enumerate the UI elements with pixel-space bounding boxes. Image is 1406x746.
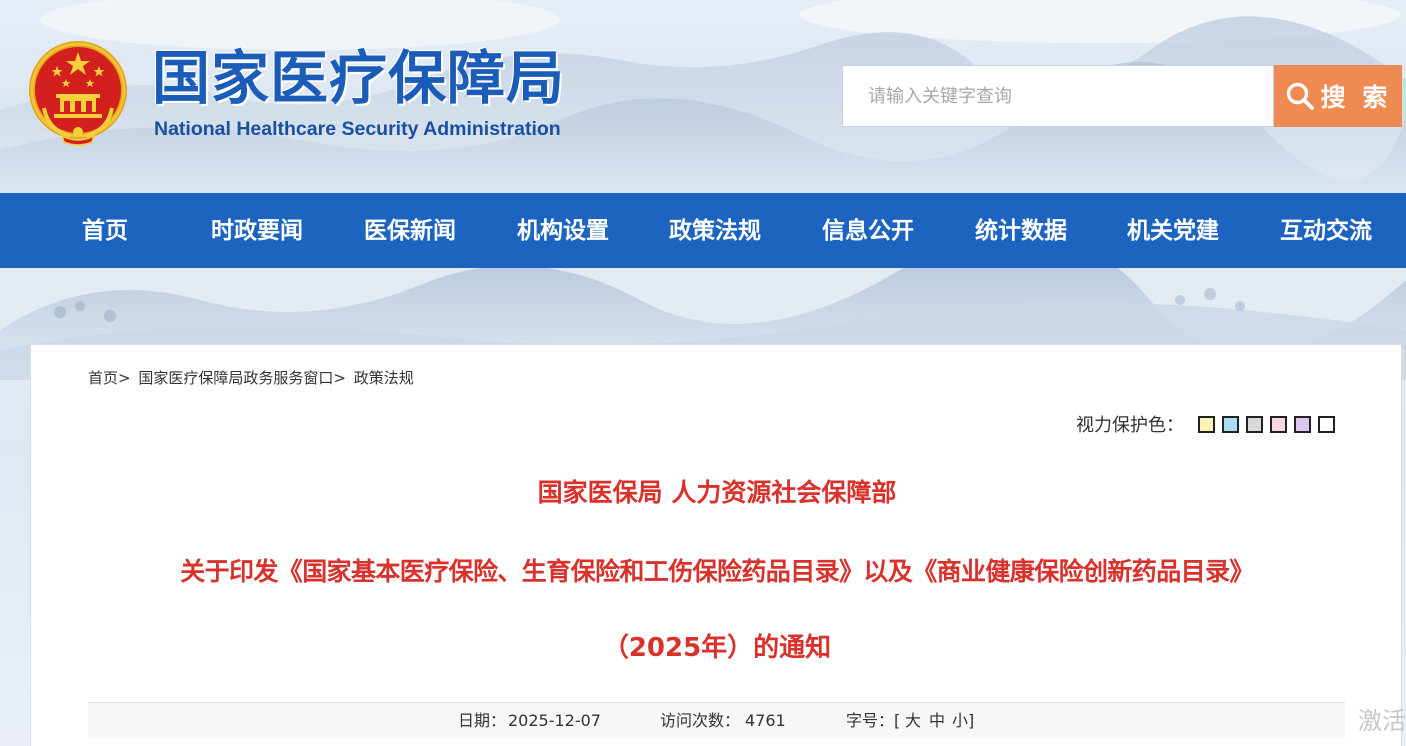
font-size-medium-button[interactable]: 中 [929, 703, 945, 739]
nav-item-interaction[interactable]: 互动交流 [1265, 193, 1387, 268]
eye-care-swatch-purple[interactable] [1294, 415, 1311, 433]
font-size-bracket-open: [ [894, 711, 901, 730]
article-headline-line1: 国家医保局 人力资源社会保障部 [537, 478, 897, 507]
eye-care-swatch-pink[interactable] [1270, 415, 1287, 433]
article-meta-bar: 日期： 2025-12-07 访问次数： 4761 字号： [ 大 中 小 ] [88, 702, 1345, 738]
nav-item-party-building[interactable]: 机关党建 [1112, 193, 1234, 268]
national-emblem-logo[interactable] [26, 38, 130, 146]
site-title[interactable]: 国家医疗保障局 [152, 40, 565, 116]
search-input[interactable] [842, 65, 1274, 127]
font-size-label: 字号： [846, 711, 895, 730]
eye-care-swatch-white[interactable] [1318, 415, 1335, 433]
main-nav: 首页 时政要闻 医保新闻 机构设置 政策法规 信息公开 统计数据 机关党建 互动… [0, 193, 1406, 268]
date-label: 日期： [458, 711, 507, 730]
article-headline-line3: （2025年）的通知 [602, 633, 832, 663]
search-box: 搜 索 [842, 65, 1402, 127]
font-size-large-button[interactable]: 大 [905, 703, 921, 739]
eye-care-swatch-blue[interactable] [1222, 415, 1239, 433]
eye-care-swatch-yellow[interactable] [1198, 415, 1215, 433]
nav-item-information-disclosure[interactable]: 信息公开 [807, 193, 929, 268]
eye-care-label: 视力保护色： [1076, 415, 1184, 436]
breadcrumb-home[interactable]: 首页 [88, 369, 118, 387]
eye-care-swatch-gray[interactable] [1246, 415, 1263, 433]
font-size-bracket-close: ] [968, 711, 975, 730]
article-headline-line2: 关于印发《国家基本医疗保险、生育保险和工伤保险药品目录》以及《商业健康保险创新药… [180, 557, 1254, 586]
nav-item-current-affairs[interactable]: 时政要闻 [196, 193, 318, 268]
nav-item-policies[interactable]: 政策法规 [654, 193, 776, 268]
nav-item-medical-insurance-news[interactable]: 医保新闻 [349, 193, 471, 268]
search-button[interactable]: 搜 索 [1274, 65, 1402, 127]
nav-item-statistics[interactable]: 统计数据 [960, 193, 1082, 268]
visits-label: 访问次数： [660, 711, 741, 730]
eye-care-color-picker: 视力保护色： [1076, 411, 1342, 437]
nav-item-organization[interactable]: 机构设置 [502, 193, 624, 268]
breadcrumb-separator: > [333, 369, 346, 387]
publish-date: 2025-12-07 [508, 711, 601, 730]
breadcrumb: 首页> 国家医疗保障局政务服务窗口> 政策法规 [88, 367, 414, 388]
search-button-label: 搜 索 [1320, 83, 1392, 112]
search-icon [1286, 82, 1314, 110]
breadcrumb-separator: > [118, 369, 131, 387]
windows-activation-watermark: 激活 [1358, 707, 1406, 735]
visit-count: 4761 [745, 711, 786, 730]
breadcrumb-service-window[interactable]: 国家医疗保障局政务服务窗口 [138, 369, 333, 387]
breadcrumb-policies[interactable]: 政策法规 [354, 369, 414, 387]
site-subtitle-english[interactable]: National Healthcare Security Administrat… [154, 118, 561, 140]
font-size-small-button[interactable]: 小 [952, 703, 968, 739]
nav-item-home[interactable]: 首页 [56, 193, 154, 268]
article-panel: 首页> 国家医疗保障局政务服务窗口> 政策法规 视力保护色： 国家医保局 人力资… [30, 344, 1402, 746]
